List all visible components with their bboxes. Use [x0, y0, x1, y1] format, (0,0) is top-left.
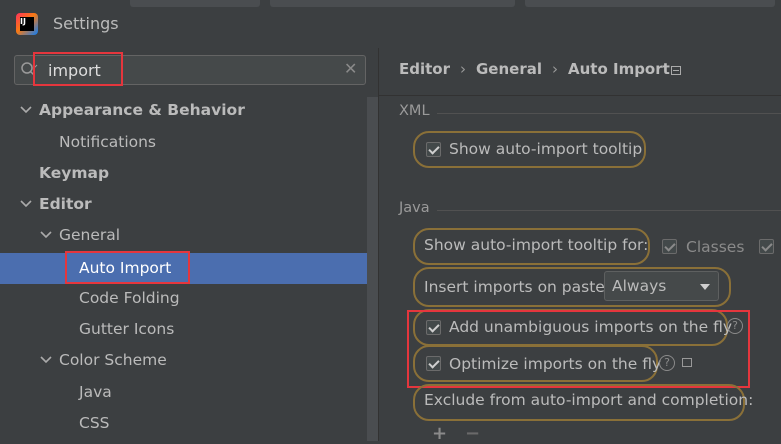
- members-checkbox[interactable]: [759, 239, 774, 254]
- insert-imports-on-paste-label: Insert imports on paste:: [424, 278, 611, 296]
- tree-item-notifications[interactable]: Notifications: [59, 127, 156, 157]
- breadcrumb-item-editor[interactable]: Editor: [399, 60, 450, 78]
- tree-item-appearance-behavior[interactable]: Appearance & Behavior: [39, 95, 245, 125]
- background-window-tabs: [130, 0, 781, 7]
- breadcrumb-separator: ›: [460, 60, 466, 78]
- tree-item-css[interactable]: CSS: [79, 408, 110, 438]
- section-label-xml: XML: [399, 103, 430, 119]
- tree-item-color-scheme[interactable]: Color Scheme: [59, 345, 167, 375]
- header-divider: [379, 95, 781, 96]
- chevron-down-icon[interactable]: [18, 95, 34, 125]
- show-tooltip-for-label: Show auto-import tooltip for:: [424, 236, 649, 254]
- tree-item-java[interactable]: Java: [79, 377, 112, 407]
- section-label-java: Java: [399, 200, 430, 216]
- tree-item-editor[interactable]: Editor: [39, 189, 92, 219]
- chevron-down-icon[interactable]: [38, 220, 54, 250]
- chevron-down-icon: [700, 284, 710, 290]
- tree-item-code-folding[interactable]: Code Folding: [79, 283, 180, 313]
- breadcrumb-item-auto-import: Auto Import: [568, 60, 670, 78]
- classes-checkbox[interactable]: [662, 239, 677, 254]
- clear-search-icon[interactable]: ✕: [344, 59, 357, 78]
- breadcrumb-item-general[interactable]: General: [476, 60, 542, 78]
- tree-item-keymap[interactable]: Keymap: [39, 158, 109, 188]
- show-auto-import-tooltip-checkbox[interactable]: [426, 142, 441, 157]
- section-divider: [437, 210, 781, 211]
- insert-imports-value: Always: [612, 277, 667, 295]
- classes-label: Classes: [686, 238, 745, 256]
- tree-item-general[interactable]: General: [59, 220, 120, 250]
- breadcrumb: Editor › General › Auto Import: [399, 60, 670, 78]
- chevron-down-icon[interactable]: [18, 189, 34, 219]
- tree-item-gutter-icons[interactable]: Gutter Icons: [79, 314, 174, 344]
- project-settings-icon: [671, 66, 681, 75]
- tree-scrollbar[interactable]: [367, 97, 378, 441]
- window-title: Settings: [53, 14, 119, 33]
- exclude-from-auto-import-label: Exclude from auto-import and completion:: [424, 391, 754, 409]
- auto-import-highlight-box: [65, 251, 190, 284]
- show-auto-import-tooltip-label: Show auto-import tooltip: [449, 140, 643, 158]
- imports-on-fly-highlight-box: [407, 310, 750, 388]
- breadcrumb-separator: ›: [552, 60, 558, 78]
- app-logo-icon: IJ: [16, 13, 38, 35]
- app-logo-text: IJ: [20, 17, 34, 31]
- chevron-down-icon[interactable]: [38, 345, 54, 375]
- search-highlight-box: [33, 52, 123, 86]
- section-divider: [437, 113, 781, 114]
